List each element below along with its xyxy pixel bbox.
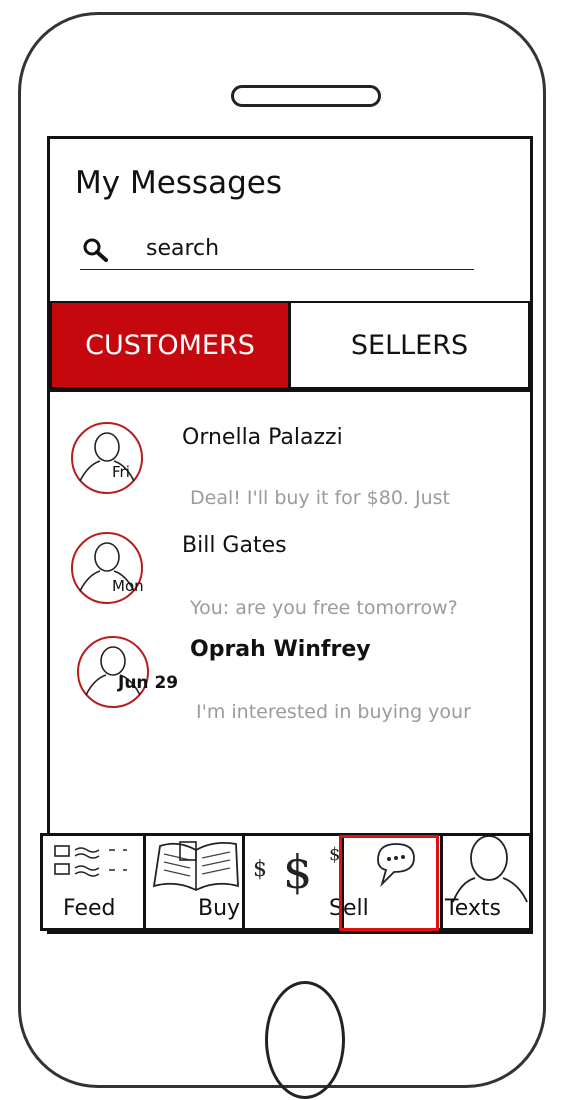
search-bar[interactable]: search xyxy=(80,231,474,270)
dollar-icon: $ $ $ xyxy=(253,844,340,898)
speaker-slot xyxy=(231,85,381,107)
contact-name: Oprah Winfrey xyxy=(190,637,371,662)
bottom-nav: Feed Buy $ $ $ Sell Texts xyxy=(40,833,532,931)
nav-feed[interactable]: Feed xyxy=(43,836,143,928)
tab-customers[interactable]: CUSTOMERS xyxy=(50,301,290,389)
message-day: Jun 29 xyxy=(118,673,179,693)
message-day: Fri xyxy=(112,463,130,481)
nav-label: Buy xyxy=(198,896,241,921)
tab-sellers[interactable]: SELLERS xyxy=(289,301,530,389)
conversation-item[interactable]: Jun 29 Oprah Winfrey I'm interested in b… xyxy=(50,629,530,741)
tab-divider xyxy=(50,389,530,392)
avatar-icon xyxy=(71,422,143,494)
nav-buy[interactable]: Buy xyxy=(146,836,242,928)
book-icon xyxy=(152,841,239,892)
conversation-item[interactable]: Mon Bill Gates You: are you free tomorro… xyxy=(50,525,530,637)
conversation-item[interactable]: Fri Ornella Palazzi Deal! I'll buy it fo… xyxy=(50,415,530,527)
list-icon xyxy=(54,845,127,877)
nav-texts[interactable]: Texts xyxy=(443,836,529,928)
search-input[interactable]: search xyxy=(146,236,219,261)
avatar-icon xyxy=(77,636,149,708)
svg-text:$: $ xyxy=(253,857,267,882)
contact-name: Ornella Palazzi xyxy=(182,425,343,450)
message-preview: I'm interested in buying your xyxy=(196,701,471,723)
contact-name: Bill Gates xyxy=(182,533,287,558)
active-nav-highlight xyxy=(339,835,439,931)
page-title: My Messages xyxy=(75,165,282,201)
nav-label: Texts xyxy=(445,896,501,921)
search-icon xyxy=(83,238,108,262)
message-day: Mon xyxy=(112,577,144,595)
tab-bar: CUSTOMERS SELLERS xyxy=(50,301,530,389)
message-preview: Deal! I'll buy it for $80. Just xyxy=(190,487,450,509)
nav-label: Feed xyxy=(63,896,116,921)
home-button[interactable] xyxy=(265,981,345,1099)
screen: My Messages search CUSTOMERS SELLERS Fri… xyxy=(47,136,533,934)
message-preview: You: are you free tomorrow? xyxy=(190,597,458,619)
svg-text:$: $ xyxy=(283,845,312,898)
nav-sell[interactable]: $ $ $ Sell xyxy=(245,836,369,928)
